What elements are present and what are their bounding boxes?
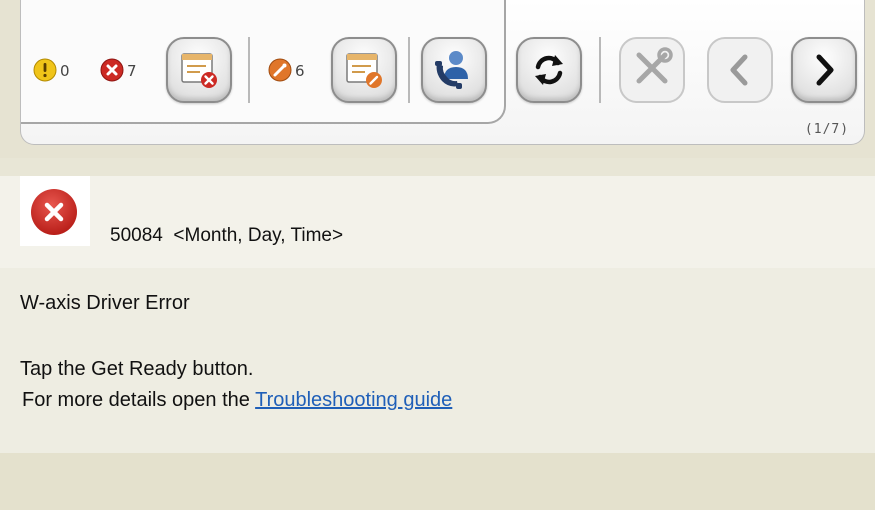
error-log-button[interactable]: [166, 37, 232, 103]
error-code-line: 50084 <Month, Day, Time>: [110, 225, 343, 247]
error-large-icon: [31, 189, 77, 235]
more-details-text: For more details open the: [22, 389, 256, 411]
maintenance-count: 6: [295, 62, 305, 80]
toolbar-divider: [248, 37, 250, 103]
support-call-button[interactable]: [421, 37, 487, 103]
error-code: 50084: [110, 225, 163, 246]
error-instruction: Tap the Get Ready button.: [20, 358, 254, 380]
warning-icon: [33, 58, 57, 82]
refresh-button[interactable]: [516, 37, 582, 103]
warning-count: 0: [60, 62, 70, 80]
tools-icon: [636, 47, 673, 84]
error-more-details: For more details open the Troubleshootin…: [22, 389, 452, 412]
error-icon-frame: [20, 176, 90, 246]
support-call-icon: [435, 51, 468, 89]
tools-button[interactable]: [619, 37, 685, 103]
error-title: W-axis Driver Error: [20, 292, 190, 314]
toolbar-strip: 0 7 6 (1/7): [0, 0, 875, 158]
error-timestamp: <Month, Day, Time>: [173, 225, 344, 246]
footer-band: [0, 453, 875, 510]
next-button[interactable]: [791, 37, 857, 103]
maintenance-icon: [268, 58, 292, 82]
error-header: 50084 <Month, Day, Time>: [0, 176, 875, 268]
toolbar-divider: [408, 37, 410, 103]
error-log-icon: [181, 53, 217, 88]
next-arrow-icon: [816, 54, 834, 86]
maintenance-log-icon: [346, 53, 382, 88]
troubleshooting-guide-link[interactable]: Troubleshooting guide: [255, 389, 452, 411]
maintenance-log-button[interactable]: [331, 37, 397, 103]
error-body: W-axis Driver Error Tap the Get Ready bu…: [0, 268, 875, 453]
error-icon: [100, 58, 124, 82]
toolbar-divider: [599, 37, 601, 103]
page-indicator: (1/7): [804, 122, 850, 137]
alerts-toolbar: 0 7 6 (1/7): [20, 0, 865, 145]
refresh-icon: [535, 55, 563, 85]
error-count: 7: [127, 62, 137, 80]
previous-arrow-icon: [730, 54, 748, 86]
previous-button[interactable]: [707, 37, 773, 103]
